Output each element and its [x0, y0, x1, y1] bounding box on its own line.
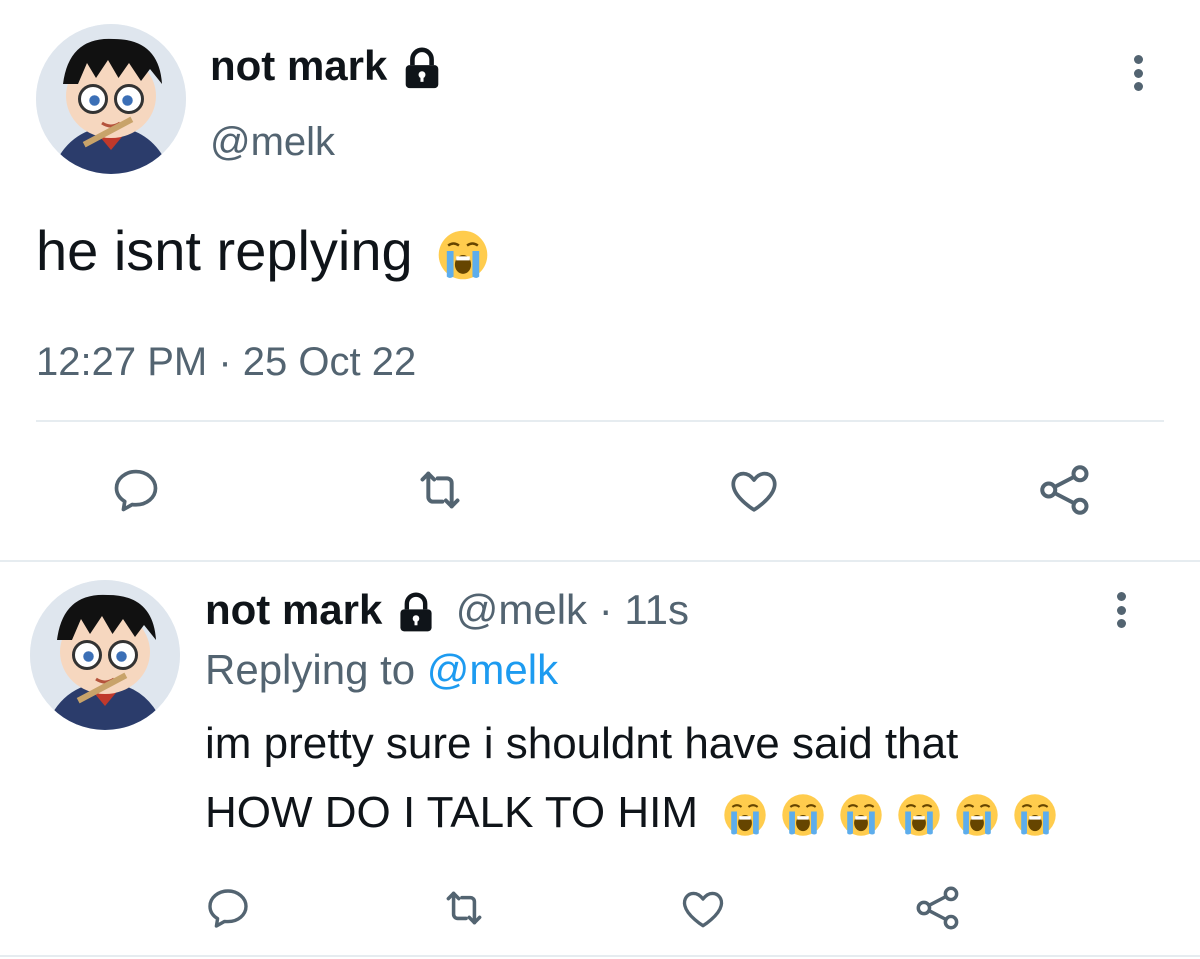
reply-icon: [208, 889, 248, 928]
display-name[interactable]: not mark: [205, 586, 382, 633]
retweet-button[interactable]: [404, 460, 476, 520]
more-dot-icon: [1116, 592, 1126, 601]
retweet-icon: [420, 471, 460, 509]
share-icon: [916, 886, 959, 930]
loudly-crying-face-icon: [838, 792, 884, 838]
handle[interactable]: @melk: [456, 586, 587, 633]
like-icon: [682, 891, 724, 928]
handle[interactable]: @melk: [210, 118, 335, 166]
like-button[interactable]: [674, 880, 732, 936]
emoji-row: [710, 788, 1058, 837]
divider: [36, 420, 1164, 422]
retweet-button[interactable]: [432, 880, 496, 936]
reply-header: not mark @melk · 11s: [205, 584, 689, 636]
timestamp[interactable]: 12:27 PM · 25 Oct 22: [36, 338, 416, 386]
more-dot-icon: [1133, 82, 1143, 91]
reply-icon: [114, 469, 158, 512]
share-button[interactable]: [908, 880, 968, 936]
more-dot-icon: [1133, 68, 1143, 78]
more-options-button[interactable]: [1113, 592, 1129, 628]
loudly-crying-face-icon: [780, 792, 826, 838]
reply-button[interactable]: [200, 880, 256, 936]
loudly-crying-face-icon: [1012, 792, 1058, 838]
tweet-text-content: he isnt replying: [36, 219, 413, 282]
display-name[interactable]: not mark: [210, 40, 445, 92]
more-options-button[interactable]: [1130, 55, 1146, 91]
loudly-crying-face-icon: [896, 792, 942, 838]
more-dot-icon: [1116, 619, 1126, 628]
like-icon: [731, 471, 777, 512]
avatar[interactable]: [36, 24, 186, 174]
share-icon: [1040, 465, 1089, 515]
lock-icon: [399, 46, 445, 92]
divider: [0, 955, 1200, 957]
time-ago[interactable]: · 11s: [599, 586, 689, 633]
tweet-text: he isnt replying: [36, 218, 490, 284]
loudly-crying-face-icon: [954, 792, 1000, 838]
reply-text-line2: HOW DO I TALK TO HIM: [205, 784, 1058, 842]
like-button[interactable]: [722, 460, 786, 520]
reply-text-line2-content: HOW DO I TALK TO HIM: [205, 788, 699, 837]
replying-to: Replying to @melk: [205, 644, 558, 696]
lock-icon: [394, 591, 438, 635]
replying-to-label: Replying to: [205, 646, 416, 693]
display-name-text[interactable]: not mark: [210, 42, 387, 89]
loudly-crying-face-icon: [436, 228, 490, 282]
divider: [0, 560, 1200, 562]
replying-to-link[interactable]: @melk: [427, 646, 558, 693]
loudly-crying-face-icon: [722, 792, 768, 838]
more-dot-icon: [1116, 605, 1126, 615]
share-button[interactable]: [1030, 460, 1100, 520]
reply-text-line1: im pretty sure i shouldnt have said that: [205, 719, 959, 768]
avatar[interactable]: [30, 580, 180, 730]
retweet-icon: [446, 891, 482, 925]
reply-button[interactable]: [104, 460, 168, 520]
more-dot-icon: [1133, 55, 1143, 64]
